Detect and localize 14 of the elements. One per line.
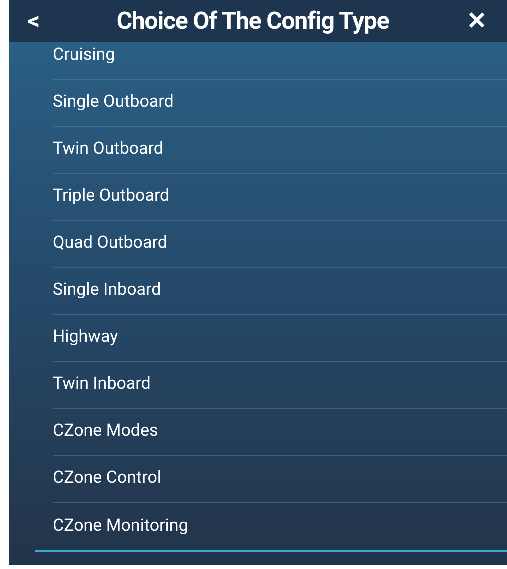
close-button[interactable]: ✕ — [447, 9, 507, 33]
list-item[interactable]: Single Inboard — [53, 268, 507, 315]
list-item[interactable]: Single Outboard — [53, 80, 507, 127]
list-item[interactable]: CZone Modes — [53, 409, 507, 456]
list-item[interactable]: Quad Outboard — [53, 221, 507, 268]
list-item[interactable]: CZone Control — [53, 456, 507, 503]
list-item[interactable]: Twin Outboard — [53, 127, 507, 174]
list-item[interactable]: Cruising — [53, 42, 507, 80]
window-title: Choice Of The Config Type — [116, 6, 390, 37]
list-item[interactable]: Triple Outboard — [53, 174, 507, 221]
list-item[interactable]: CZone Monitoring — [53, 503, 507, 550]
list-item[interactable]: Highway — [53, 315, 507, 362]
list-item[interactable]: Twin Inboard — [53, 362, 507, 409]
back-button[interactable]: < — [9, 9, 59, 33]
